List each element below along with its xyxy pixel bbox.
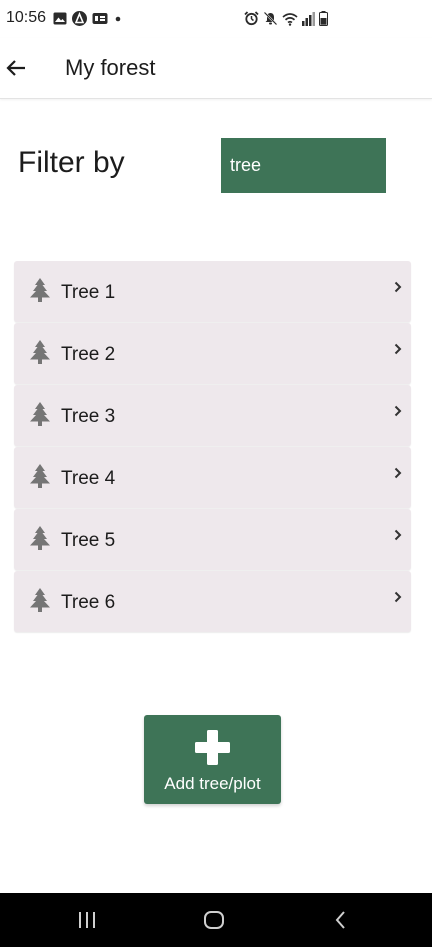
- chevron-right-icon: [394, 467, 402, 479]
- tree-list-item[interactable]: Tree 5: [14, 509, 411, 570]
- alarm-icon: [244, 11, 259, 26]
- tree-icon: [30, 402, 50, 426]
- tree-icon: [30, 278, 50, 302]
- tree-label: Tree 4: [61, 468, 116, 489]
- chevron-right-icon: [394, 591, 402, 603]
- back-button[interactable]: [2, 54, 30, 82]
- tree-label: Tree 3: [61, 406, 116, 427]
- tree-list: Tree 1 Tree 2 Tree 3 Tree 4 Tree 5 Tree …: [14, 261, 411, 633]
- tree-list-item[interactable]: Tree 1: [14, 261, 411, 322]
- status-right-icons: [244, 11, 328, 26]
- tree-list-item[interactable]: Tree 4: [14, 447, 411, 508]
- filter-input[interactable]: [221, 138, 386, 193]
- home-button[interactable]: [201, 908, 227, 932]
- tree-icon: [30, 526, 50, 550]
- chevron-right-icon: [394, 281, 402, 293]
- signal-icon: [302, 11, 315, 26]
- arrow-left-icon: [6, 60, 25, 76]
- dot-icon: [115, 16, 121, 22]
- tree-label: Tree 1: [61, 282, 116, 303]
- recent-apps-icon: [79, 912, 95, 928]
- plus-icon: [195, 730, 230, 765]
- app-icon: [72, 11, 87, 26]
- tree-label: Tree 2: [61, 344, 116, 365]
- tree-list-item[interactable]: Tree 2: [14, 323, 411, 384]
- chevron-right-icon: [394, 405, 402, 417]
- page-title: My forest: [65, 55, 156, 80]
- chevron-right-icon: [394, 529, 402, 541]
- back-icon: [335, 911, 345, 929]
- tree-icon: [30, 464, 50, 488]
- wifi-icon: [282, 12, 298, 26]
- sdcard-icon: [92, 13, 108, 24]
- recent-apps-button[interactable]: [74, 908, 100, 932]
- battery-icon: [319, 11, 328, 26]
- app-bar: My forest: [0, 38, 432, 99]
- status-time: 10:56: [6, 9, 47, 26]
- tree-label: Tree 6: [61, 592, 116, 613]
- status-bar: 10:56: [0, 0, 432, 38]
- tree-label: Tree 5: [61, 530, 116, 551]
- tree-icon: [30, 340, 50, 364]
- add-button-label: Add tree/plot: [164, 774, 261, 793]
- chevron-right-icon: [394, 343, 402, 355]
- system-nav-bar: [0, 893, 432, 947]
- gallery-icon: [53, 12, 67, 25]
- tree-list-item[interactable]: Tree 3: [14, 385, 411, 446]
- tree-list-item[interactable]: Tree 6: [14, 571, 411, 632]
- mute-icon: [263, 11, 278, 26]
- filter-label: Filter by: [18, 146, 125, 179]
- status-left-icons: [53, 11, 123, 26]
- add-tree-plot-button[interactable]: Add tree/plot: [144, 715, 281, 804]
- home-icon: [204, 911, 224, 929]
- tree-icon: [30, 588, 50, 612]
- back-nav-button[interactable]: [328, 908, 354, 932]
